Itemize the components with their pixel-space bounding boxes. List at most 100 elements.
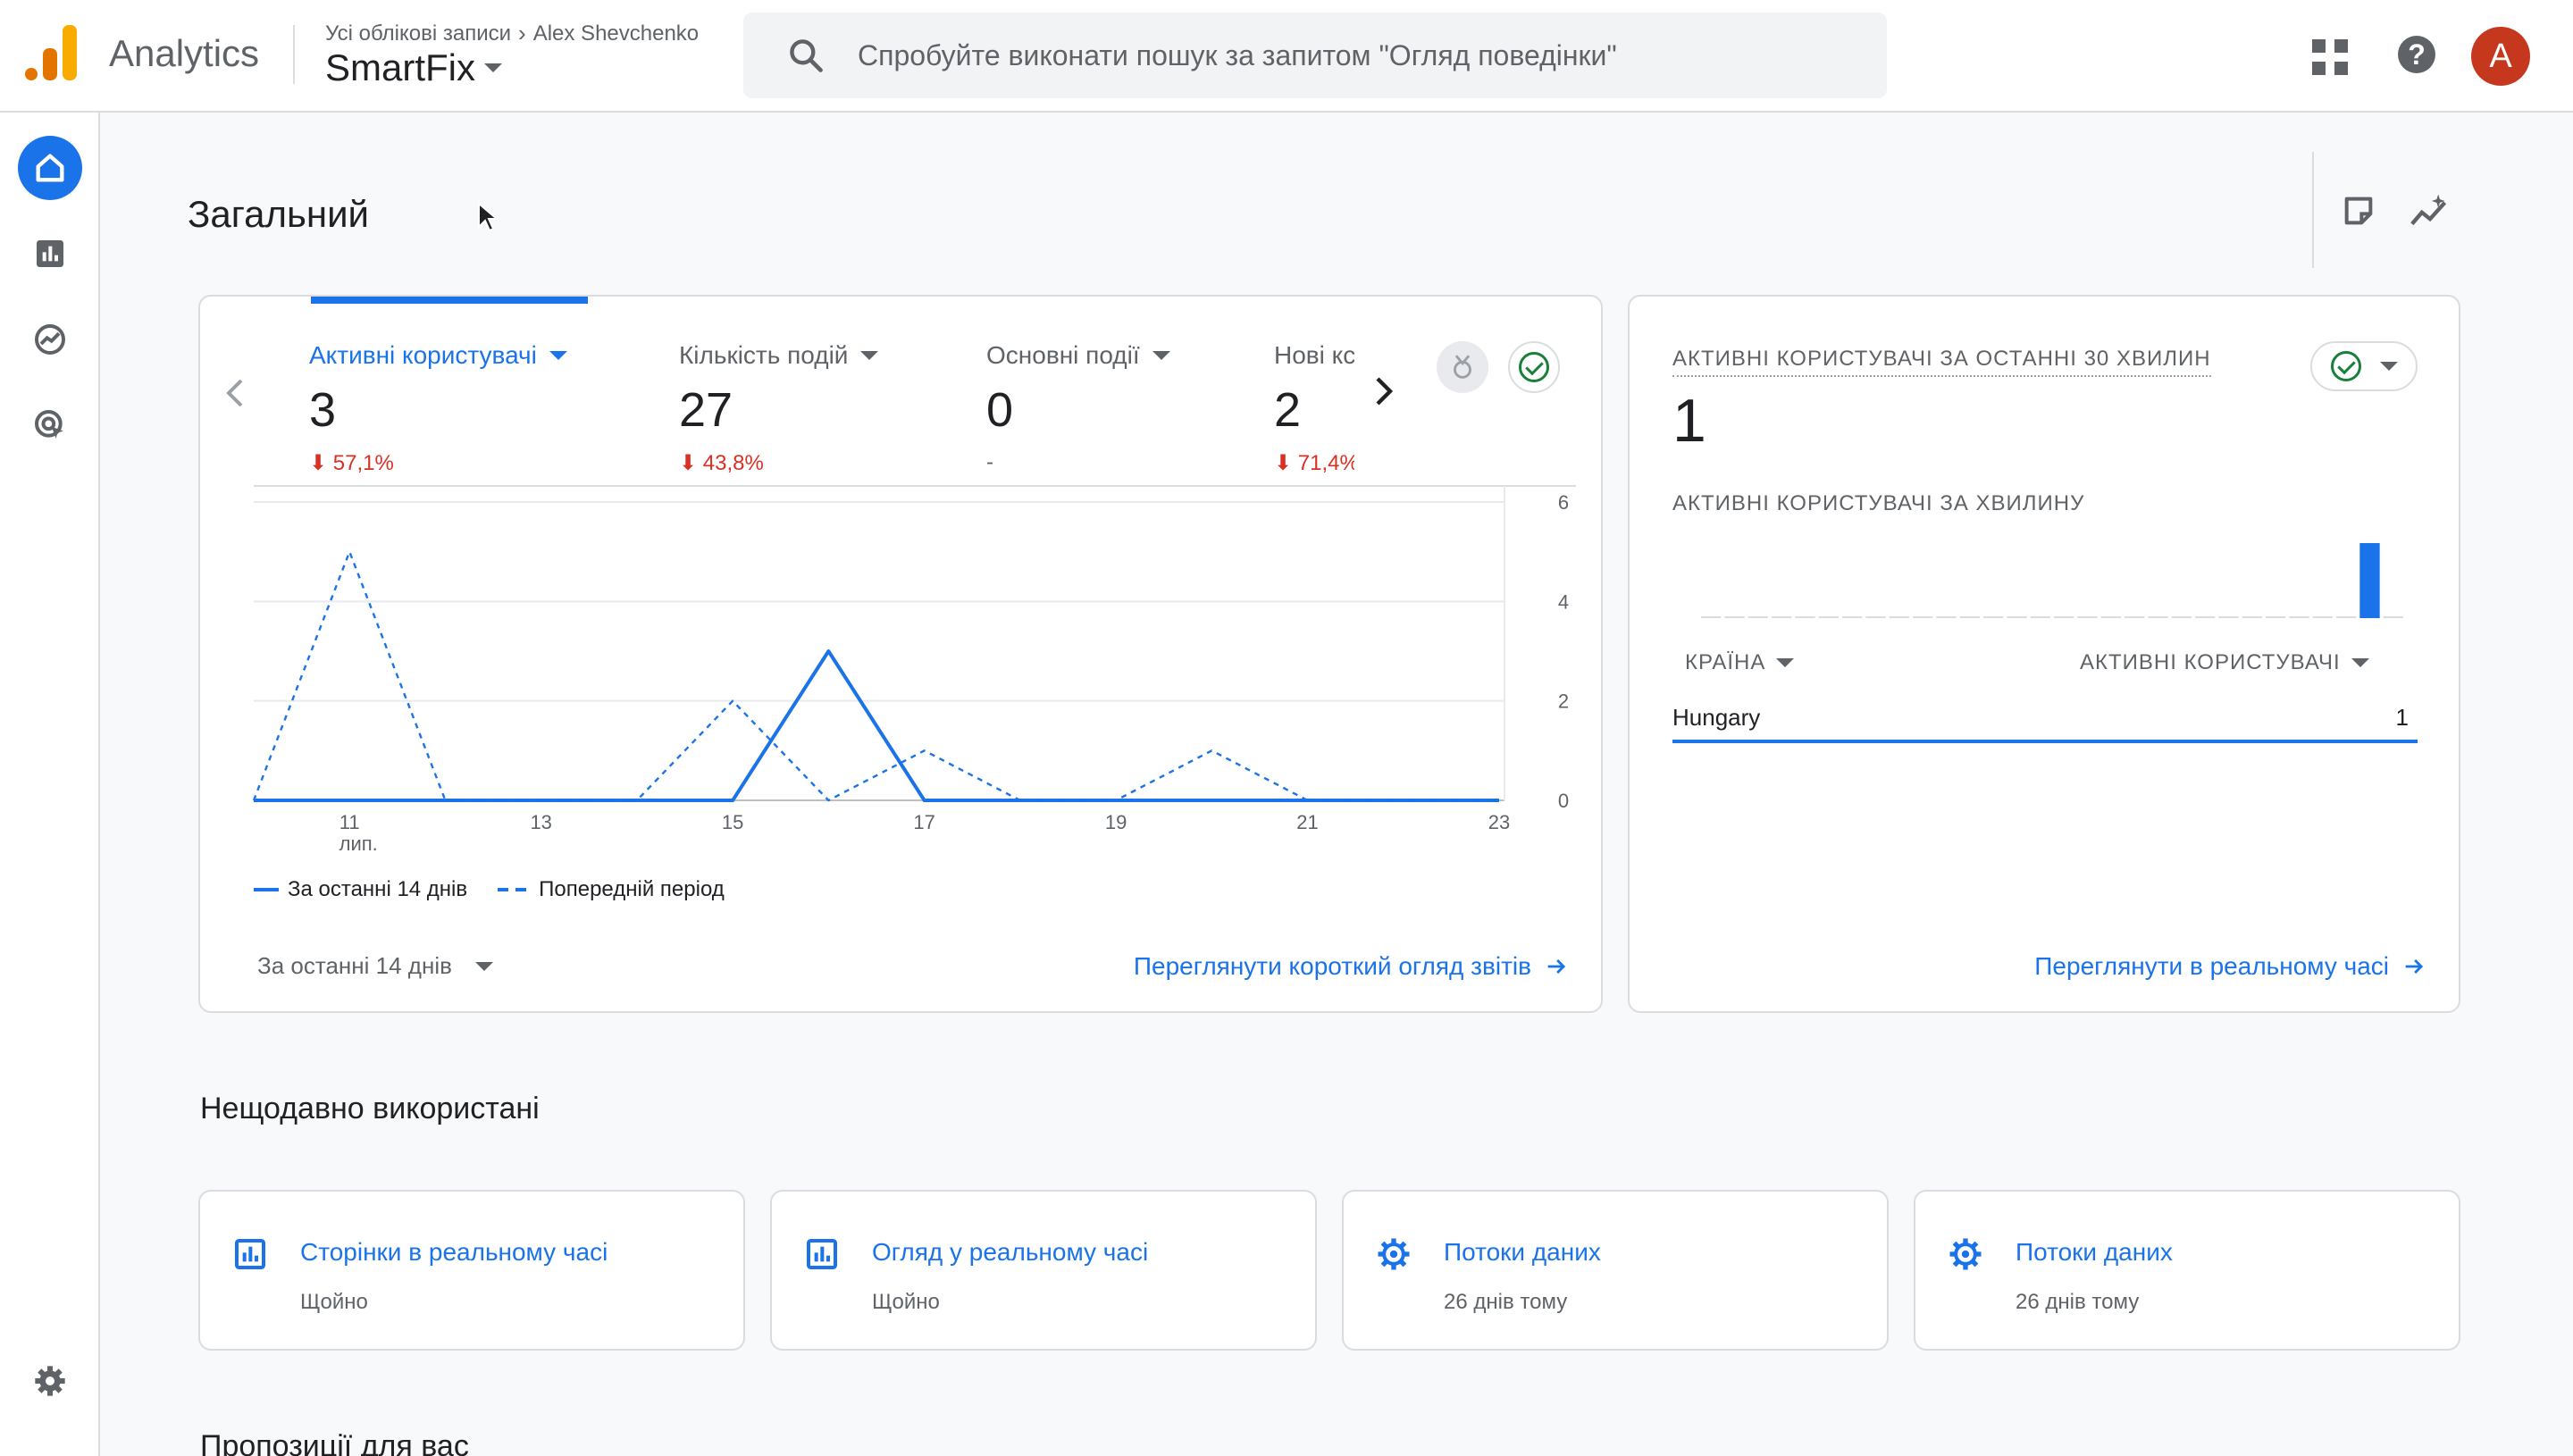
x-tick-label: 23	[1488, 811, 1510, 833]
recent-card[interactable]: Потоки даних 26 днів тому	[1342, 1190, 1889, 1351]
legend-solid-swatch	[254, 888, 279, 891]
legend-current: За останні 14 днів	[288, 877, 468, 901]
target-cursor-icon	[35, 410, 63, 439]
help-icon[interactable]: ?	[2398, 36, 2435, 73]
x-month-label: лип.	[339, 833, 378, 855]
per-minute-bar	[1983, 616, 2004, 618]
y-tick-label: 6	[1558, 491, 1569, 514]
recent-card-time: 26 днів тому	[2016, 1290, 2140, 1314]
arrow-right-icon	[1547, 959, 1566, 974]
x-tick-label: 15	[722, 811, 743, 833]
per-minute-bar	[1842, 616, 1863, 618]
nav-advertising-button[interactable]	[18, 393, 82, 457]
per-minute-bar	[1865, 616, 1886, 618]
caret-down-icon	[474, 961, 493, 971]
title-divider	[2312, 152, 2314, 268]
note-icon[interactable]	[2341, 193, 2376, 229]
users-column-label: АКТИВНІ КОРИСТУВАЧІ	[2080, 650, 2341, 674]
country-column-header[interactable]: КРАЇНА	[1685, 650, 1795, 675]
realtime-per-minute-label: АКТИВНІ КОРИСТУВАЧІ ЗА ХВИЛИНУ	[1672, 491, 2085, 515]
insights-icon[interactable]	[2409, 191, 2451, 230]
recent-card[interactable]: Потоки даних 26 днів тому	[1914, 1190, 2460, 1351]
nav-admin-button[interactable]	[18, 1349, 82, 1413]
legend-previous: Попередній період	[539, 877, 725, 901]
y-tick-label: 0	[1558, 790, 1569, 812]
recent-card-time: Щойно	[300, 1290, 368, 1314]
product-name: Analytics	[109, 32, 260, 74]
suggestions-section-title: Пропозиції для вас	[200, 1429, 469, 1456]
view-reports-link[interactable]: Переглянути короткий огляд звітів	[1134, 952, 1569, 981]
country-cell: Hungary	[1672, 704, 1761, 731]
explore-icon	[35, 324, 65, 355]
recent-card-title: Сторінки в реальному часі	[300, 1238, 608, 1266]
per-minute-bar	[2054, 616, 2074, 618]
x-tick-label: 13	[530, 811, 551, 833]
nav-explore-button[interactable]	[18, 307, 82, 372]
per-minute-bar	[1936, 616, 1957, 618]
recent-card-title: Огляд у реальному часі	[872, 1238, 1149, 1266]
y-tick-label: 4	[1558, 590, 1569, 613]
search-bar[interactable]	[743, 13, 1887, 98]
per-minute-bar	[2218, 616, 2239, 618]
per-minute-bar	[2383, 616, 2403, 618]
x-tick-label: 17	[913, 811, 934, 833]
table-row: Hungary 1	[1672, 704, 2418, 743]
breadcrumb[interactable]: Усі облікові записи › Alex Shevchenko	[325, 20, 699, 47]
country-column-label: КРАЇНА	[1685, 650, 1766, 674]
left-navigation	[0, 113, 100, 1456]
gear-icon	[35, 1366, 65, 1396]
users-column-header[interactable]: АКТИВНІ КОРИСТУВАЧІ	[2080, 650, 2369, 675]
recent-card[interactable]: Огляд у реальному часі Щойно	[770, 1190, 1317, 1351]
per-minute-bar	[1772, 616, 1792, 618]
per-minute-bar	[1959, 616, 1980, 618]
search-input[interactable]	[858, 38, 1840, 72]
per-minute-bar	[1795, 616, 1815, 618]
per-minute-bar	[2359, 543, 2380, 618]
per-minute-bar	[1818, 616, 1839, 618]
check-circle-icon	[2330, 351, 2361, 381]
search-icon	[790, 39, 823, 72]
per-minute-bar	[1889, 616, 1909, 618]
breadcrumb-all-accounts[interactable]: Усі облікові записи	[325, 21, 511, 46]
recent-card-time: 26 днів тому	[1444, 1290, 1568, 1314]
apps-grid-icon[interactable]	[2312, 39, 2348, 75]
date-range-selector[interactable]: За останні 14 днів	[257, 952, 493, 980]
line-chart: 0 2 4 6 11лип. 13 15 17 19 21 23	[252, 485, 1576, 855]
realtime-heading[interactable]: АКТИВНІ КОРИСТУВАЧІ ЗА ОСТАННІ 30 ХВИЛИН	[1672, 347, 2211, 377]
date-range-label: За останні 14 днів	[257, 952, 452, 979]
home-icon	[36, 154, 64, 182]
per-minute-bar	[2148, 616, 2168, 618]
mouse-cursor-icon	[478, 202, 499, 232]
analytics-logo-icon[interactable]	[25, 25, 77, 80]
recent-section-title: Нещодавно використані	[200, 1092, 540, 1125]
per-minute-bar	[1701, 616, 1722, 618]
view-realtime-label: Переглянути в реальному часі	[2034, 952, 2389, 980]
gear-icon	[1378, 1238, 1410, 1270]
caret-down-icon	[2351, 658, 2369, 667]
avatar[interactable]: A	[2471, 27, 2530, 86]
gear-icon	[1949, 1238, 1982, 1270]
per-minute-bar	[1747, 616, 1768, 618]
recent-card-time: Щойно	[872, 1290, 940, 1314]
users-cell: 1	[2395, 704, 2409, 731]
breadcrumb-account[interactable]: Alex Shevchenko	[533, 21, 699, 46]
nav-reports-button[interactable]	[18, 222, 82, 286]
per-minute-bar	[2266, 616, 2286, 618]
view-reports-label: Переглянути короткий огляд звітів	[1133, 952, 1531, 980]
recent-card-title: Потоки даних	[2016, 1238, 2173, 1266]
caret-down-icon	[484, 63, 502, 72]
recent-card[interactable]: Сторінки в реальному часі Щойно	[198, 1190, 745, 1351]
page-title: Загальний	[188, 193, 369, 235]
overview-card: Активні користувачі 3 ⬇ 57,1% Кількість …	[198, 295, 1603, 1013]
bar-chart-icon	[235, 1239, 265, 1269]
per-minute-bar	[2312, 616, 2333, 618]
property-selector[interactable]: SmartFix	[325, 46, 502, 89]
caret-down-icon	[1776, 658, 1795, 667]
x-tick-label: 21	[1296, 811, 1318, 833]
arrow-right-icon	[2405, 959, 2424, 974]
nav-home-button[interactable]	[18, 136, 82, 200]
per-minute-bar	[2125, 616, 2145, 618]
realtime-status-dropdown[interactable]	[2310, 341, 2418, 391]
view-realtime-link[interactable]: Переглянути в реальному часі	[2034, 952, 2426, 981]
per-minute-bar	[2289, 616, 2309, 618]
